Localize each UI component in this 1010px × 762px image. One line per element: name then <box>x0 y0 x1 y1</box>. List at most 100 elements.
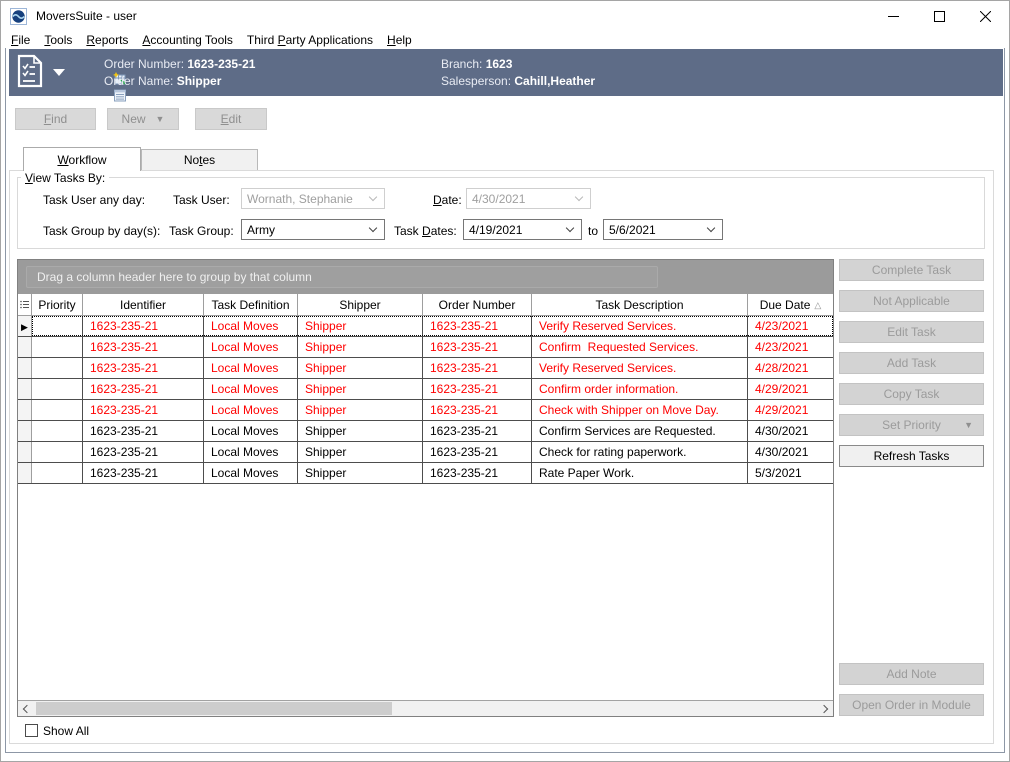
cell-order-number[interactable]: 1623-235-21 <box>423 442 532 462</box>
cell-shipper[interactable]: Shipper <box>298 337 423 357</box>
scroll-right-icon[interactable] <box>817 701 833 716</box>
cell-identifier[interactable]: 1623-235-21 <box>83 358 204 378</box>
cell-priority[interactable] <box>32 400 83 420</box>
task-row[interactable]: 1623-235-21Local MovesShipper1623-235-21… <box>18 379 833 400</box>
cell-task-description[interactable]: Rate Paper Work. <box>532 463 748 483</box>
cell-task-description[interactable]: Check for rating paperwork. <box>532 442 748 462</box>
new-dropdown-icon[interactable]: ▼ <box>156 114 165 124</box>
cell-task-description[interactable]: Verify Reserved Services. <box>532 358 748 378</box>
cell-due-date[interactable]: 5/3/2021 <box>748 463 833 483</box>
copy-task-button[interactable]: Copy Task <box>839 383 984 405</box>
horizontal-scrollbar[interactable] <box>18 700 833 716</box>
workflow-module-icon[interactable] <box>16 54 44 91</box>
task-date-from-select[interactable]: 4/19/2021 <box>463 219 582 240</box>
task-row[interactable]: 1623-235-21Local MovesShipper1623-235-21… <box>18 421 833 442</box>
cell-shipper[interactable]: Shipper <box>298 379 423 399</box>
cell-shipper[interactable]: Shipper <box>298 400 423 420</box>
new-button[interactable]: New▼ <box>107 108 179 130</box>
cell-shipper[interactable]: Shipper <box>298 316 423 336</box>
cell-priority[interactable] <box>32 337 83 357</box>
cell-identifier[interactable]: 1623-235-21 <box>83 337 204 357</box>
task-row[interactable]: 1623-235-21Local MovesShipper1623-235-21… <box>18 358 833 379</box>
task-user-select[interactable]: Wornath, Stephanie <box>241 188 385 209</box>
cell-due-date[interactable]: 4/23/2021 <box>748 316 833 336</box>
cell-due-date[interactable]: 4/28/2021 <box>748 358 833 378</box>
cell-priority[interactable] <box>32 316 83 336</box>
cell-priority[interactable] <box>32 463 83 483</box>
task-date-to-select[interactable]: 5/6/2021 <box>603 219 723 240</box>
cell-due-date[interactable]: 4/30/2021 <box>748 421 833 441</box>
cell-task-definition[interactable]: Local Moves <box>204 358 298 378</box>
cell-identifier[interactable]: 1623-235-21 <box>83 463 204 483</box>
cell-priority[interactable] <box>32 379 83 399</box>
cell-task-definition[interactable]: Local Moves <box>204 421 298 441</box>
cell-order-number[interactable]: 1623-235-21 <box>423 316 532 336</box>
cell-shipper[interactable]: Shipper <box>298 442 423 462</box>
show-all-checkbox[interactable] <box>25 724 38 737</box>
open-order-in-module-button[interactable]: Open Order in Module <box>839 694 984 716</box>
task-row[interactable]: 1623-235-21Local MovesShipper1623-235-21… <box>18 400 833 421</box>
cell-order-number[interactable]: 1623-235-21 <box>423 463 532 483</box>
cell-order-number[interactable]: 1623-235-21 <box>423 358 532 378</box>
cell-due-date[interactable]: 4/23/2021 <box>748 337 833 357</box>
module-dropdown-icon[interactable] <box>53 69 65 76</box>
column-header-due-date[interactable]: Due Date△ <box>748 294 833 315</box>
cell-task-definition[interactable]: Local Moves <box>204 337 298 357</box>
menu-item-reports[interactable]: Reports <box>79 32 135 48</box>
scroll-left-icon[interactable] <box>18 701 34 716</box>
task-group-select[interactable]: Army <box>241 219 385 240</box>
task-row[interactable]: 1623-235-21Local MovesShipper1623-235-21… <box>18 463 833 484</box>
task-row[interactable]: ▶1623-235-21Local MovesShipper1623-235-2… <box>18 316 833 337</box>
tab-workflow[interactable]: Workflow <box>23 147 141 171</box>
cell-shipper[interactable]: Shipper <box>298 463 423 483</box>
cell-identifier[interactable]: 1623-235-21 <box>83 442 204 462</box>
column-header-shipper[interactable]: Shipper <box>298 294 423 315</box>
menu-item-file[interactable]: File <box>4 32 37 48</box>
refresh-tasks-button[interactable]: Refresh Tasks <box>839 445 984 467</box>
tab-notes[interactable]: Notes <box>141 149 258 170</box>
cell-task-description[interactable]: Confirm Requested Services. <box>532 337 748 357</box>
cell-priority[interactable] <box>32 421 83 441</box>
cell-shipper[interactable]: Shipper <box>298 358 423 378</box>
edit-button[interactable]: Edit <box>195 108 267 130</box>
cell-task-definition[interactable]: Local Moves <box>204 379 298 399</box>
cell-task-definition[interactable]: Local Moves <box>204 442 298 462</box>
column-header-task-description[interactable]: Task Description <box>532 294 748 315</box>
cell-task-description[interactable]: Check with Shipper on Move Day. <box>532 400 748 420</box>
add-note-button[interactable]: Add Note <box>839 663 984 685</box>
edit-task-button[interactable]: Edit Task <box>839 321 984 343</box>
task-row[interactable]: 1623-235-21Local MovesShipper1623-235-21… <box>18 442 833 463</box>
cell-task-description[interactable]: Confirm order information. <box>532 379 748 399</box>
column-header-task-definition[interactable]: Task Definition <box>204 294 298 315</box>
task-row[interactable]: 1623-235-21Local MovesShipper1623-235-21… <box>18 337 833 358</box>
set-priority-button[interactable]: Set Priority▼ <box>839 414 984 436</box>
cell-order-number[interactable]: 1623-235-21 <box>423 379 532 399</box>
cell-task-definition[interactable]: Local Moves <box>204 316 298 336</box>
menu-item-accounting-tools[interactable]: Accounting Tools <box>135 32 240 48</box>
cell-order-number[interactable]: 1623-235-21 <box>423 337 532 357</box>
scrollbar-thumb[interactable] <box>36 702 392 715</box>
close-button[interactable] <box>962 1 1008 31</box>
not-applicable-button[interactable]: Not Applicable <box>839 290 984 312</box>
column-header-order-number[interactable]: Order Number <box>423 294 532 315</box>
date-select[interactable]: 4/30/2021 <box>466 188 591 209</box>
menu-item-third-party-applications[interactable]: Third Party Applications <box>240 32 380 48</box>
column-header-identifier[interactable]: Identifier <box>83 294 204 315</box>
maximize-button[interactable] <box>916 1 962 31</box>
cell-due-date[interactable]: 4/29/2021 <box>748 379 833 399</box>
complete-task-button[interactable]: Complete Task <box>839 259 984 281</box>
cell-identifier[interactable]: 1623-235-21 <box>83 316 204 336</box>
cell-identifier[interactable]: 1623-235-21 <box>83 400 204 420</box>
group-by-bar[interactable]: Drag a column header here to group by th… <box>18 260 833 294</box>
cell-task-description[interactable]: Confirm Services are Requested. <box>532 421 748 441</box>
cell-task-definition[interactable]: Local Moves <box>204 463 298 483</box>
cell-priority[interactable] <box>32 358 83 378</box>
find-button[interactable]: Find <box>15 108 96 130</box>
column-header-priority[interactable]: Priority <box>32 294 83 315</box>
cell-priority[interactable] <box>32 442 83 462</box>
cell-order-number[interactable]: 1623-235-21 <box>423 400 532 420</box>
cell-identifier[interactable]: 1623-235-21 <box>83 379 204 399</box>
cell-shipper[interactable]: Shipper <box>298 421 423 441</box>
cell-order-number[interactable]: 1623-235-21 <box>423 421 532 441</box>
cell-due-date[interactable]: 4/29/2021 <box>748 400 833 420</box>
